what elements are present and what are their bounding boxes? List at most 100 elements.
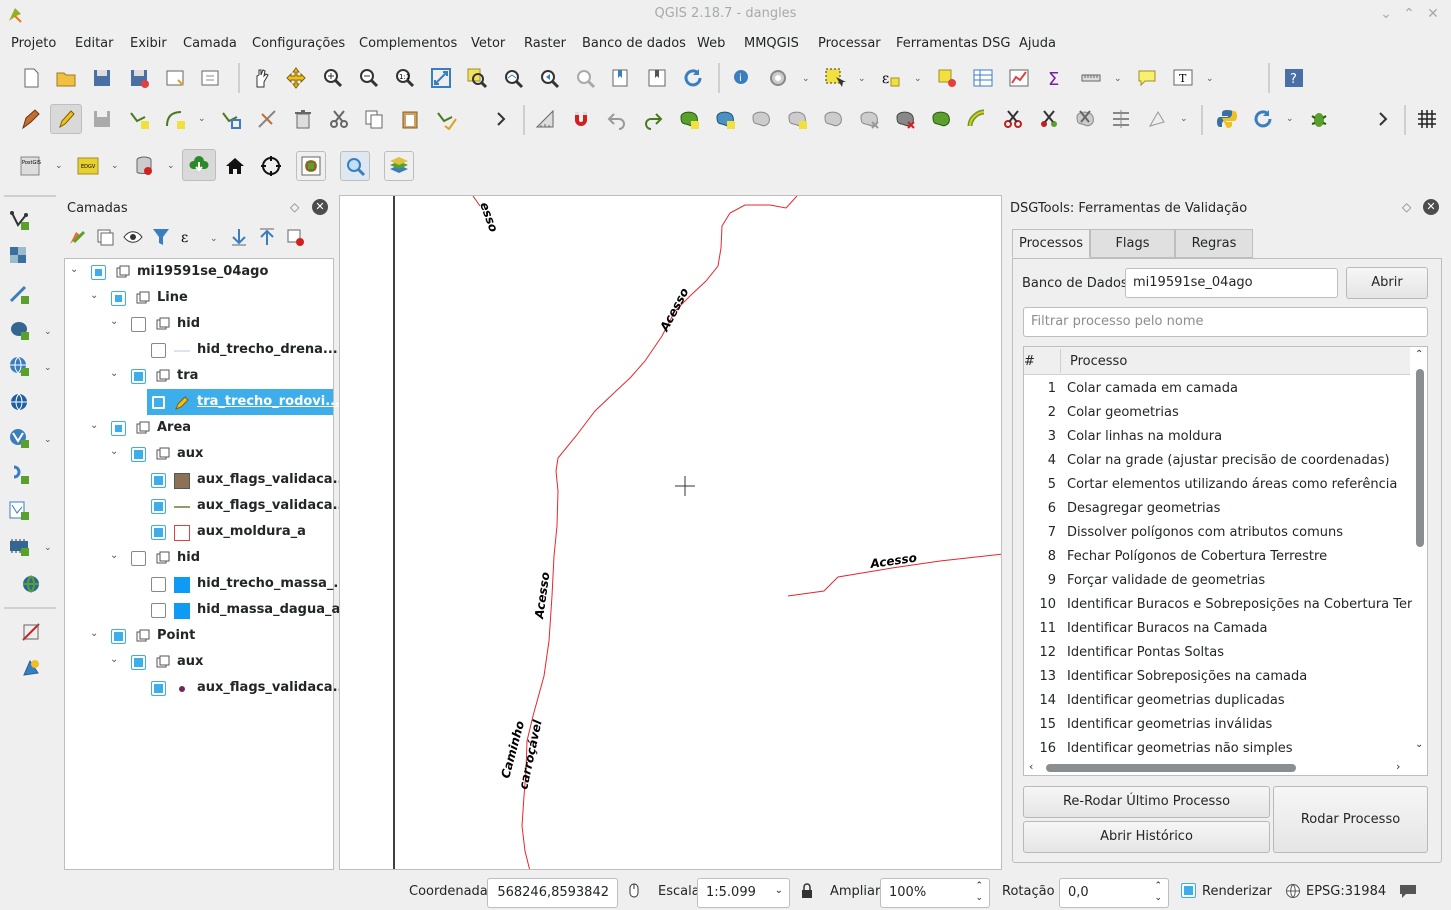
horizontal-scrollbar[interactable]: ‹ › (1024, 759, 1412, 775)
menu-web[interactable]: Web (697, 36, 725, 51)
table-row[interactable]: 3 Colar linhas na moldura (1024, 425, 1410, 449)
add-wfs-layer-icon[interactable] (6, 425, 32, 451)
add-xyz-layer-icon[interactable] (18, 571, 44, 597)
database-icon[interactable] (131, 153, 157, 179)
add-raster-layer-icon[interactable] (6, 243, 32, 269)
layer-checkbox[interactable] (131, 317, 146, 332)
add-vector-layer-icon[interactable] (6, 207, 32, 233)
menu-configuracoes[interactable]: Configurações (252, 36, 345, 51)
add-ring-icon[interactable] (676, 106, 702, 132)
table-row[interactable]: 11 Identificar Buracos na Camada (1024, 617, 1410, 641)
delete-ring-icon[interactable] (820, 106, 846, 132)
add-group-icon[interactable] (94, 226, 116, 248)
statistics-icon[interactable] (1006, 65, 1032, 91)
show-bookmarks-icon[interactable] (644, 65, 670, 91)
grid-icon[interactable] (1414, 106, 1440, 132)
chevron-down-icon[interactable]: ⌄ (198, 114, 208, 124)
cloud-download-icon[interactable] (182, 149, 216, 181)
chevron-down-icon[interactable]: ⌄ (110, 368, 122, 380)
table-row[interactable]: 8 Fechar Polígonos de Cobertura Terrestre (1024, 545, 1410, 569)
rotation-spinbox[interactable]: 0,0 ⌃ ⌄ (1059, 878, 1169, 908)
chevron-down-icon[interactable]: ⌄ (55, 161, 65, 171)
reshape-features-icon[interactable] (892, 106, 918, 132)
menu-processar[interactable]: Processar (818, 36, 881, 51)
offset-curve-icon[interactable] (928, 106, 954, 132)
refresh-icon[interactable] (680, 65, 706, 91)
georeferencer-icon[interactable] (18, 619, 44, 645)
toggle-editing-icon[interactable] (50, 104, 82, 134)
add-wcs-layer-icon[interactable] (6, 389, 32, 415)
chevron-down-icon[interactable]: ⌄ (1180, 114, 1190, 124)
pan-to-selection-icon[interactable] (283, 65, 309, 91)
add-part-icon[interactable] (712, 106, 738, 132)
table-row[interactable]: 7 Dissolver polígonos com atributos comun… (1024, 521, 1410, 545)
sum-statistics-icon[interactable]: Σ (1042, 65, 1068, 91)
chevron-down-icon[interactable]: ⌄ (110, 316, 122, 328)
add-postgis-layer-icon[interactable] (6, 317, 32, 343)
table-row[interactable]: 12 Identificar Pontas Soltas (1024, 641, 1410, 665)
toolbar-overflow-icon[interactable] (1370, 106, 1396, 132)
undo-icon[interactable] (604, 106, 630, 132)
menu-camada[interactable]: Camada (183, 36, 237, 51)
table-row[interactable]: 6 Desagregar geometrias (1024, 497, 1410, 521)
delete-selected-icon[interactable] (290, 106, 316, 132)
menu-exibir[interactable]: Exibir (130, 36, 167, 51)
tab-processos[interactable]: Processos (1012, 229, 1090, 258)
crs-label[interactable]: EPSG:31984 (1306, 884, 1386, 899)
delete-part-icon[interactable] (856, 106, 882, 132)
python-console-icon[interactable] (1214, 106, 1240, 132)
zoom-last-icon[interactable] (536, 65, 562, 91)
home-icon[interactable] (222, 153, 248, 179)
add-wms-layer-icon[interactable] (6, 353, 32, 379)
chevron-down-icon[interactable]: ⌄ (1206, 74, 1216, 84)
split-features-icon[interactable] (1000, 106, 1026, 132)
chevron-down-icon[interactable]: ⌄ (210, 234, 220, 244)
composer-manager-icon[interactable] (197, 65, 223, 91)
paste-features-icon[interactable] (397, 106, 423, 132)
help-icon[interactable]: ? (1281, 65, 1307, 91)
zoom-to-selection-icon[interactable] (464, 65, 490, 91)
chevron-down-icon[interactable]: ⌄ (90, 290, 102, 302)
layer-checkbox[interactable] (151, 681, 166, 696)
menu-vetor[interactable]: Vetor (471, 36, 505, 51)
zoom-spinbox[interactable]: 100% ⌃ ⌄ (880, 878, 990, 908)
add-feature-icon[interactable] (126, 106, 152, 132)
scroll-down-icon[interactable]: ⌄ (1415, 739, 1423, 750)
rerun-last-process-button[interactable]: Re-Rodar Último Processo (1023, 786, 1270, 818)
zoom-actual-size-icon[interactable]: 1:1 (392, 65, 418, 91)
chevron-down-icon[interactable]: ⌄ (90, 628, 102, 640)
new-print-composer-icon[interactable] (162, 65, 188, 91)
filter-process-input[interactable]: Filtrar processo pelo nome (1023, 307, 1428, 337)
open-db-button[interactable]: Abrir (1346, 267, 1428, 299)
menu-raster[interactable]: Raster (524, 36, 566, 51)
chevron-down-icon[interactable]: ⌄ (110, 446, 122, 458)
chevron-down-icon[interactable]: ⌄ (111, 161, 121, 171)
scroll-left-icon[interactable]: ‹ (1029, 760, 1033, 773)
postgis-icon[interactable]: PostGIS (17, 153, 43, 179)
rotate-feature-icon[interactable] (964, 106, 990, 132)
zoom-out-icon[interactable] (356, 65, 382, 91)
chevron-down-icon[interactable]: ⌄ (110, 550, 122, 562)
simplify-feature-icon[interactable] (784, 106, 810, 132)
fill-ring-icon[interactable] (748, 106, 774, 132)
db-input[interactable]: mi19591se_04ago (1125, 268, 1338, 298)
globe-icon[interactable] (1285, 883, 1301, 899)
chevron-down-icon[interactable]: ⌄ (44, 327, 54, 337)
save-layer-edits-icon[interactable] (89, 106, 115, 132)
edgv-icon[interactable]: EDGV (75, 153, 101, 179)
merge-attributes-icon[interactable] (1108, 106, 1134, 132)
chevron-down-icon[interactable]: ⌄ (1114, 74, 1124, 84)
save-project-icon[interactable] (89, 65, 115, 91)
digitizing-tools-icon[interactable] (433, 106, 459, 132)
run-feature-action-icon[interactable] (765, 65, 791, 91)
run-process-button[interactable]: Rodar Processo (1273, 786, 1428, 853)
zoom-next-icon[interactable] (572, 65, 598, 91)
merge-features-icon[interactable] (1072, 106, 1098, 132)
bug-icon[interactable] (1306, 106, 1332, 132)
col-header-number[interactable]: # (1024, 354, 1035, 369)
split-parts-icon[interactable] (1036, 106, 1062, 132)
chevron-down-icon[interactable]: ⌄ (44, 435, 54, 445)
table-row[interactable]: 10 Identificar Buracos e Sobreposições na… (1024, 593, 1427, 617)
float-panel-icon[interactable]: ◇ (290, 201, 302, 213)
node-tool-all-layers-icon[interactable] (254, 106, 280, 132)
